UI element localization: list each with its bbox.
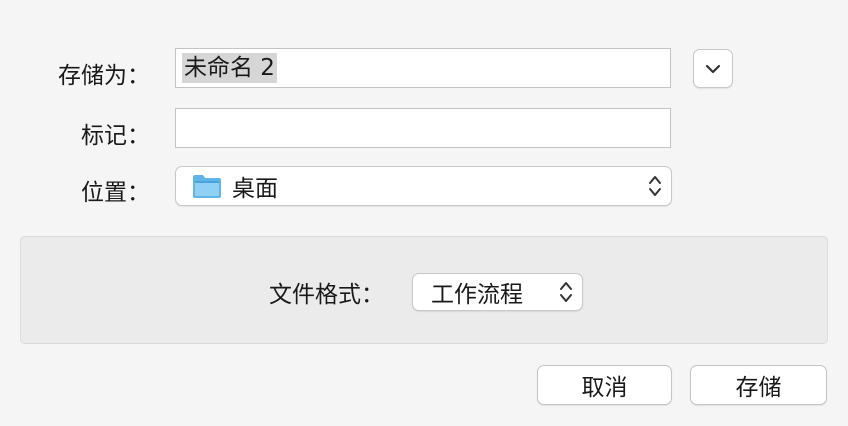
location-label: 位置： <box>81 180 150 206</box>
save-dialog: 存储为： 未命名 2 标记： 位置： 桌面 文件格式： 工作流程 取消 存储 <box>0 0 848 426</box>
save-as-label: 存储为： <box>58 63 150 89</box>
cancel-button[interactable]: 取消 <box>537 365 672 405</box>
up-down-chevron-icon <box>560 282 572 302</box>
folder-icon <box>193 175 221 198</box>
tags-field[interactable] <box>175 108 671 148</box>
save-as-field[interactable]: 未命名 2 <box>175 48 671 88</box>
file-format-value: 工作流程 <box>431 282 523 308</box>
file-format-panel: 文件格式： 工作流程 <box>20 236 828 344</box>
chevron-down-icon <box>705 64 721 73</box>
save-button[interactable]: 存储 <box>690 365 827 405</box>
file-format-label: 文件格式： <box>269 282 384 308</box>
file-format-popup[interactable]: 工作流程 <box>412 273 583 311</box>
location-value: 桌面 <box>232 176 278 202</box>
up-down-chevron-icon <box>649 176 661 196</box>
location-popup[interactable]: 桌面 <box>175 166 672 206</box>
tags-label: 标记： <box>81 123 150 149</box>
expand-button[interactable] <box>693 49 733 88</box>
save-as-value: 未命名 2 <box>182 53 277 83</box>
